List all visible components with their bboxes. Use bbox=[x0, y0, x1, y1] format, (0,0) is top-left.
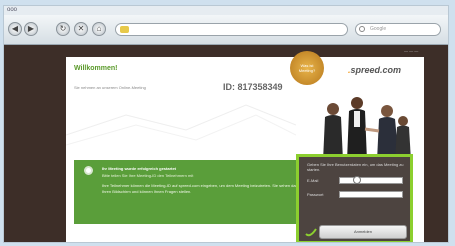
business-people-image bbox=[323, 97, 411, 161]
info-icon bbox=[84, 166, 93, 175]
search-input[interactable]: Google bbox=[355, 23, 441, 36]
stop-icon[interactable]: ✕ bbox=[74, 22, 88, 36]
email-label: E-Mail bbox=[307, 178, 319, 183]
login-heading: Geben Sie Ihre Benutzerdaten ein, um das… bbox=[307, 162, 404, 172]
info-badge[interactable]: Was ist Meeting? bbox=[290, 51, 324, 85]
search-placeholder: Google bbox=[370, 26, 387, 32]
meeting-id: ID: 817358349 bbox=[223, 82, 283, 92]
login-button[interactable]: Anmelden bbox=[319, 225, 407, 239]
window-title: ooo bbox=[7, 7, 18, 13]
info-panel: Ihr Meeting wurde erfolgreich gestartet … bbox=[74, 160, 307, 224]
address-bar[interactable] bbox=[115, 23, 348, 36]
password-label: Passwort bbox=[307, 192, 324, 197]
welcome-subtitle: Sie nehmen an unserem Online-Meeting bbox=[74, 85, 146, 90]
back-icon[interactable]: ◀ bbox=[8, 22, 22, 36]
welcome-heading: Willkommen! bbox=[74, 65, 118, 72]
checkmark-icon bbox=[305, 228, 317, 237]
home-icon[interactable]: ⌂ bbox=[92, 22, 106, 36]
page-viewport: — — — Willkommen! Sie nehmen an unserem … bbox=[4, 45, 448, 242]
search-icon bbox=[359, 26, 365, 32]
field-toggle-knob[interactable] bbox=[353, 176, 361, 184]
info-subheading: Bitte teilen Sie Ihre Meeting-ID den Tei… bbox=[102, 173, 194, 178]
login-panel: Geben Sie Ihre Benutzerdaten ein, um das… bbox=[296, 154, 413, 242]
title-bar: ooo bbox=[4, 6, 448, 15]
badge-line-2: Meeting? bbox=[298, 68, 316, 73]
info-heading: Ihr Meeting wurde erfolgreich gestartet bbox=[102, 166, 177, 171]
site-icon bbox=[120, 26, 129, 33]
reload-icon[interactable]: ↻ bbox=[56, 22, 70, 36]
browser-window: ooo ◀ ▶ ↻ ✕ ⌂ Google — — — Willkommen! S… bbox=[3, 5, 449, 243]
meeting-page: Willkommen! Sie nehmen an unserem Online… bbox=[66, 51, 424, 242]
top-right-link[interactable]: — — — bbox=[404, 47, 432, 54]
background-lines bbox=[66, 104, 296, 146]
password-field[interactable] bbox=[339, 191, 403, 198]
email-field[interactable] bbox=[339, 177, 403, 184]
info-body: Ihre Teilnehmer können die Meeting-ID au… bbox=[102, 183, 301, 194]
browser-toolbar: ◀ ▶ ↻ ✕ ⌂ Google bbox=[4, 15, 448, 45]
logo-text: spreed.com bbox=[350, 65, 402, 75]
forward-icon[interactable]: ▶ bbox=[24, 22, 38, 36]
spreed-logo: .spreed.com bbox=[348, 65, 402, 75]
